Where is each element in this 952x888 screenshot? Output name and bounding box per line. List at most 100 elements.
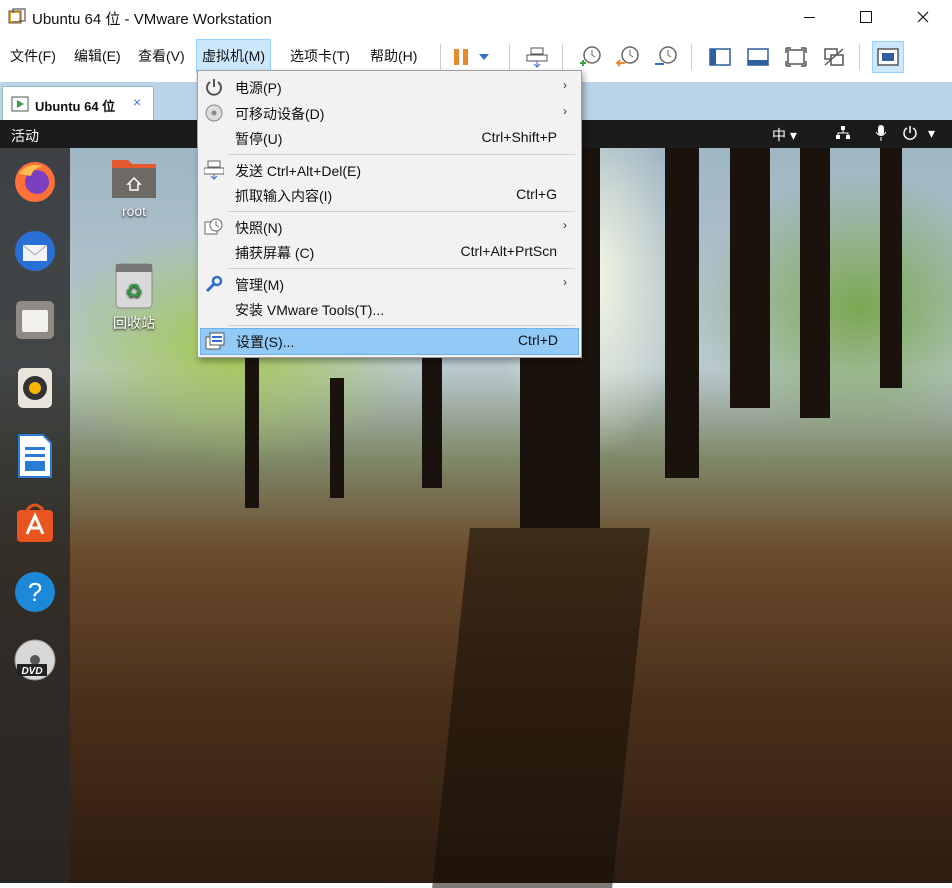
snapshot-manager-icon bbox=[655, 46, 677, 65]
software-center-icon bbox=[17, 503, 53, 542]
menu-tabs[interactable]: 选项卡(T) bbox=[285, 40, 355, 72]
fullscreen-button[interactable] bbox=[781, 42, 811, 72]
fullscreen-icon bbox=[785, 47, 807, 67]
minimize-button[interactable] bbox=[786, 0, 832, 34]
menu-item-label: 快照(N) bbox=[235, 220, 283, 236]
thumbnail-view-button[interactable] bbox=[872, 41, 904, 73]
toolbar-separator bbox=[509, 44, 510, 70]
submenu-arrow-icon: › bbox=[563, 218, 567, 232]
menu-item-grab-input[interactable]: 抓取输入内容(I) Ctrl+G bbox=[200, 183, 577, 208]
menu-item-label: 可移动设备(D) bbox=[235, 106, 325, 122]
send-keys-icon bbox=[204, 160, 224, 180]
tab-label: Ubuntu 64 位 bbox=[35, 99, 116, 114]
wallpaper-tree bbox=[800, 148, 830, 418]
library-view-icon bbox=[709, 48, 731, 66]
revert-snapshot-button[interactable] bbox=[613, 42, 643, 72]
submenu-arrow-icon: › bbox=[563, 104, 567, 118]
console-view-button[interactable] bbox=[743, 42, 773, 72]
dropdown-arrow-icon bbox=[479, 54, 489, 60]
microphone-icon[interactable] bbox=[876, 125, 886, 141]
menu-separator bbox=[228, 154, 575, 155]
close-window-button[interactable] bbox=[900, 0, 946, 34]
menu-item-label: 管理(M) bbox=[235, 277, 284, 293]
menu-item-snapshot[interactable]: 快照(N) › bbox=[200, 215, 577, 240]
menu-item-shortcut: Ctrl+Shift+P bbox=[481, 129, 557, 145]
settings-icon bbox=[205, 331, 225, 351]
dock-thunderbird[interactable] bbox=[11, 227, 59, 275]
menu-item-install-vmware-tools[interactable]: 安装 VMware Tools(T)... bbox=[200, 297, 577, 322]
wallpaper-shadow bbox=[432, 528, 650, 888]
menu-item-send-ctrl-alt-del[interactable]: 发送 Ctrl+Alt+Del(E) bbox=[200, 158, 577, 183]
files-icon bbox=[16, 301, 54, 339]
snapshot-manager-button[interactable] bbox=[651, 42, 681, 72]
menu-item-label: 安装 VMware Tools(T)... bbox=[235, 302, 385, 318]
menu-separator bbox=[228, 211, 575, 212]
toolbar-separator bbox=[859, 44, 860, 70]
menu-item-pause[interactable]: 暂停(U) Ctrl+Shift+P bbox=[200, 126, 577, 151]
menu-item-shortcut: Ctrl+D bbox=[517, 332, 558, 348]
menu-help[interactable]: 帮助(H) bbox=[365, 40, 422, 72]
svg-text:DVD: DVD bbox=[21, 666, 42, 677]
menu-item-power[interactable]: 电源(P) › bbox=[200, 75, 577, 100]
pause-dropdown-button[interactable] bbox=[474, 42, 494, 72]
libreoffice-writer-icon bbox=[18, 434, 52, 478]
maximize-icon bbox=[860, 11, 872, 23]
menu-vm[interactable]: 虚拟机(M) bbox=[196, 39, 271, 73]
toolbar-separator bbox=[691, 44, 692, 70]
thunderbird-icon bbox=[15, 231, 55, 271]
menu-item-label: 电源(P) bbox=[235, 80, 282, 96]
desktop-icon-label: root bbox=[121, 203, 147, 219]
chevron-down-icon: ▾ bbox=[789, 127, 797, 143]
trash-icon: ♻ bbox=[115, 263, 153, 309]
take-snapshot-button[interactable] bbox=[575, 42, 605, 72]
desktop-icon-label: 回收站 bbox=[113, 315, 155, 331]
dock-software-center[interactable] bbox=[11, 498, 59, 546]
snapshot-revert-icon bbox=[616, 46, 639, 67]
snapshot-take-icon bbox=[580, 46, 601, 66]
dvd-icon: DVD bbox=[14, 639, 56, 681]
window-title-bar: Ubuntu 64 位 - VMware Workstation bbox=[0, 0, 952, 34]
dock-rhythmbox[interactable] bbox=[11, 364, 59, 412]
library-view-button[interactable] bbox=[705, 42, 735, 72]
menu-item-label: 暂停(U) bbox=[235, 131, 283, 147]
menu-item-label: 捕获屏幕 (C) bbox=[235, 245, 315, 261]
menu-view[interactable]: 查看(V) bbox=[133, 40, 190, 72]
close-icon bbox=[917, 11, 929, 23]
system-menu-chevron-icon[interactable]: ▾ bbox=[928, 125, 935, 142]
send-ctrl-alt-del-button[interactable] bbox=[522, 42, 552, 72]
network-icon[interactable] bbox=[836, 126, 850, 140]
disc-icon bbox=[204, 103, 224, 123]
activities-button[interactable]: 活动 bbox=[11, 126, 39, 146]
dock-libreoffice-writer[interactable] bbox=[11, 432, 59, 480]
vm-tab-icon bbox=[11, 96, 29, 112]
tab-close-button[interactable]: × bbox=[133, 94, 141, 110]
help-icon: ? bbox=[15, 572, 55, 612]
svg-text:?: ? bbox=[28, 577, 42, 607]
toolbar-separator bbox=[562, 44, 563, 70]
maximize-button[interactable] bbox=[843, 0, 889, 34]
dock-files[interactable] bbox=[11, 296, 59, 344]
menu-item-manage[interactable]: 管理(M) › bbox=[200, 272, 577, 297]
home-folder-icon bbox=[112, 160, 156, 198]
desktop-icon-trash[interactable]: ♻ 回收站 bbox=[94, 262, 174, 333]
wallpaper-tree bbox=[665, 148, 699, 478]
input-method-indicator[interactable]: 中 ▾ bbox=[772, 125, 797, 145]
power-menu-icon[interactable] bbox=[902, 125, 918, 141]
unity-button[interactable] bbox=[819, 42, 849, 72]
dock-firefox[interactable] bbox=[11, 158, 59, 206]
tab-ubuntu[interactable]: Ubuntu 64 位 × bbox=[2, 86, 154, 121]
dock-help[interactable]: ? bbox=[11, 568, 59, 616]
menu-item-capture-screen[interactable]: 捕获屏幕 (C) Ctrl+Alt+PrtScn bbox=[200, 240, 577, 265]
vm-menu-dropdown: 电源(P) › 可移动设备(D) › 暂停(U) Ctrl+Shift+P 发送… bbox=[197, 70, 582, 358]
pause-button[interactable] bbox=[446, 42, 476, 72]
menu-item-removable-devices[interactable]: 可移动设备(D) › bbox=[200, 101, 577, 126]
menu-edit[interactable]: 编辑(E) bbox=[69, 40, 126, 72]
menu-item-label: 抓取输入内容(I) bbox=[235, 188, 333, 204]
menu-item-label: 发送 Ctrl+Alt+Del(E) bbox=[235, 163, 362, 179]
menu-file[interactable]: 文件(F) bbox=[5, 40, 61, 72]
desktop-icon-root[interactable]: root bbox=[94, 154, 174, 219]
dock-dvd[interactable]: DVD bbox=[11, 636, 59, 684]
send-keys-icon bbox=[526, 47, 548, 68]
menu-item-settings[interactable]: 设置(S)... Ctrl+D bbox=[200, 328, 579, 355]
submenu-arrow-icon: › bbox=[563, 275, 567, 289]
